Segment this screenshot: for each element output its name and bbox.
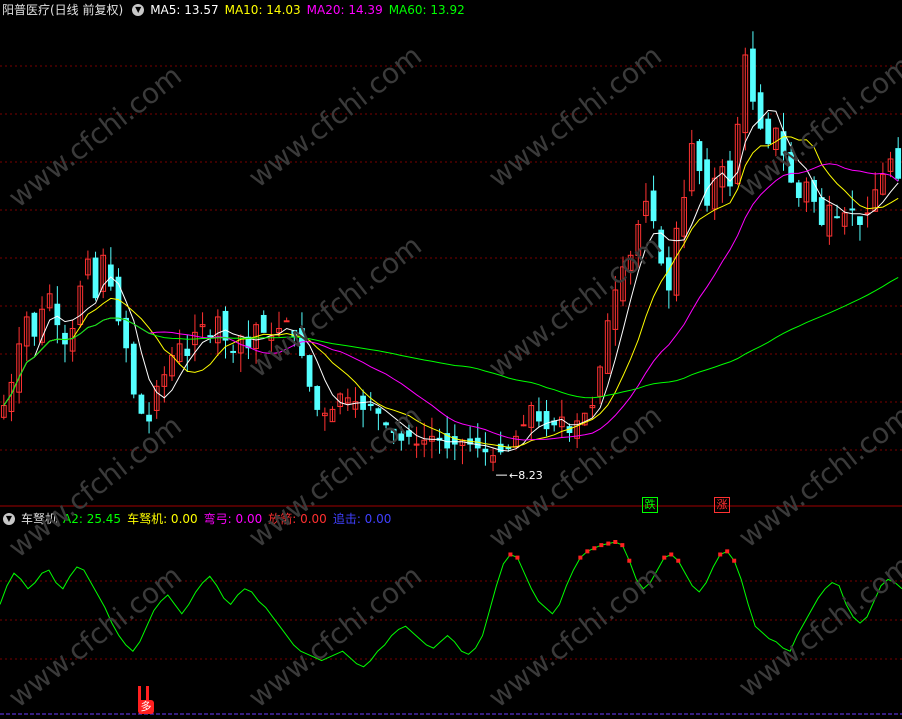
candle-body [788, 151, 795, 183]
candle-body [650, 190, 657, 222]
candle-body [505, 447, 512, 450]
candle-body [895, 148, 902, 179]
ma20-label: MA20: 14.39 [306, 3, 383, 17]
candle-body [406, 430, 412, 437]
overbought-marker [613, 540, 618, 544]
overbought-marker [669, 552, 674, 557]
indicator-chart[interactable] [0, 528, 902, 718]
overbought-marker [725, 549, 730, 554]
indicator-dropdown-icon[interactable]: ▼ [3, 513, 15, 525]
candle-body [750, 48, 756, 102]
candle-body [727, 160, 733, 187]
a2-line [0, 541, 902, 668]
candle-body [123, 317, 129, 349]
a2-label: A2: 25.45 [63, 512, 122, 526]
candle-body [390, 428, 397, 434]
candle-body [306, 355, 313, 387]
overbought-marker [578, 555, 583, 560]
up-signal-badge: 涨 [714, 497, 730, 513]
zhuiji-label: 追击: 0.00 [332, 512, 392, 526]
overbought-marker [732, 558, 737, 563]
overbought-marker [515, 555, 520, 560]
candle-body [222, 310, 229, 341]
fangjian-label: 放箭: 0.00 [268, 512, 327, 526]
indicator-title: 车驽机 [21, 512, 58, 526]
candle-body [130, 343, 137, 395]
settings-dropdown-icon[interactable]: ▼ [132, 4, 145, 16]
candle-body [696, 141, 703, 172]
overbought-marker [585, 549, 590, 554]
candle-body [375, 408, 382, 414]
candle-body [795, 182, 802, 199]
candle-body [834, 216, 840, 219]
candlestick-chart[interactable]: ←8.23 [0, 18, 902, 508]
chenuji-label: 车驽机: 0.00 [127, 512, 198, 526]
candle-body [757, 92, 764, 129]
low-price-label: ←8.23 [509, 469, 543, 482]
candle-body [367, 403, 374, 407]
ma5-line [3, 109, 899, 452]
ma10-label: MA10: 14.03 [224, 3, 301, 17]
main-chart-header: 阳普医疗(日线 前复权) ▼ MA5: 13.57 MA10: 14.03 MA… [0, 1, 471, 19]
ma5-label: MA5: 13.57 [150, 3, 219, 17]
candle-body [543, 411, 550, 430]
buy-signal-badge: 多 [138, 700, 154, 714]
overbought-marker [592, 546, 597, 551]
overbought-marker [676, 558, 681, 563]
candle-body [207, 335, 214, 338]
candle-body [536, 411, 542, 422]
candle-body [92, 257, 99, 299]
candle-body [665, 257, 672, 291]
ma20-line [3, 163, 899, 441]
main-chart-title: 阳普医疗(日线 前复权) [2, 3, 124, 17]
candle-body [283, 320, 290, 323]
overbought-marker [508, 552, 513, 557]
ma60-label: MA60: 13.92 [388, 3, 465, 17]
candle-body [482, 448, 489, 453]
candle-body [704, 159, 710, 206]
candle-body [54, 303, 61, 326]
candle-body [184, 348, 191, 356]
overbought-marker [662, 555, 667, 560]
candle-body [818, 197, 825, 225]
candle-body [474, 437, 481, 449]
candle-body [62, 332, 68, 345]
candle-body [31, 312, 38, 337]
candle-body [857, 216, 863, 225]
ma60-line [3, 276, 899, 406]
candle-body [230, 350, 237, 353]
ma10-line [3, 136, 899, 448]
candle-body [314, 386, 321, 410]
overbought-marker [606, 541, 611, 546]
wangong-label: 弯弓: 0.00 [203, 512, 263, 526]
candle-body [765, 118, 772, 145]
candle-body [107, 264, 114, 287]
candle-body [520, 424, 527, 427]
candle-body [146, 414, 152, 422]
candle-body [849, 208, 856, 211]
candle-body [398, 433, 405, 441]
overbought-marker [599, 543, 604, 548]
overbought-marker [718, 552, 723, 557]
candle-body [383, 422, 389, 426]
down-signal-badge: 跌 [642, 497, 658, 513]
candle-body [260, 314, 267, 333]
indicator-header: ▼ 车驽机 A2: 25.45 车驽机: 0.00 弯弓: 0.00 放箭: 0… [0, 510, 397, 528]
overbought-marker [620, 543, 625, 548]
overbought-marker [627, 558, 632, 563]
candle-body [138, 394, 145, 414]
